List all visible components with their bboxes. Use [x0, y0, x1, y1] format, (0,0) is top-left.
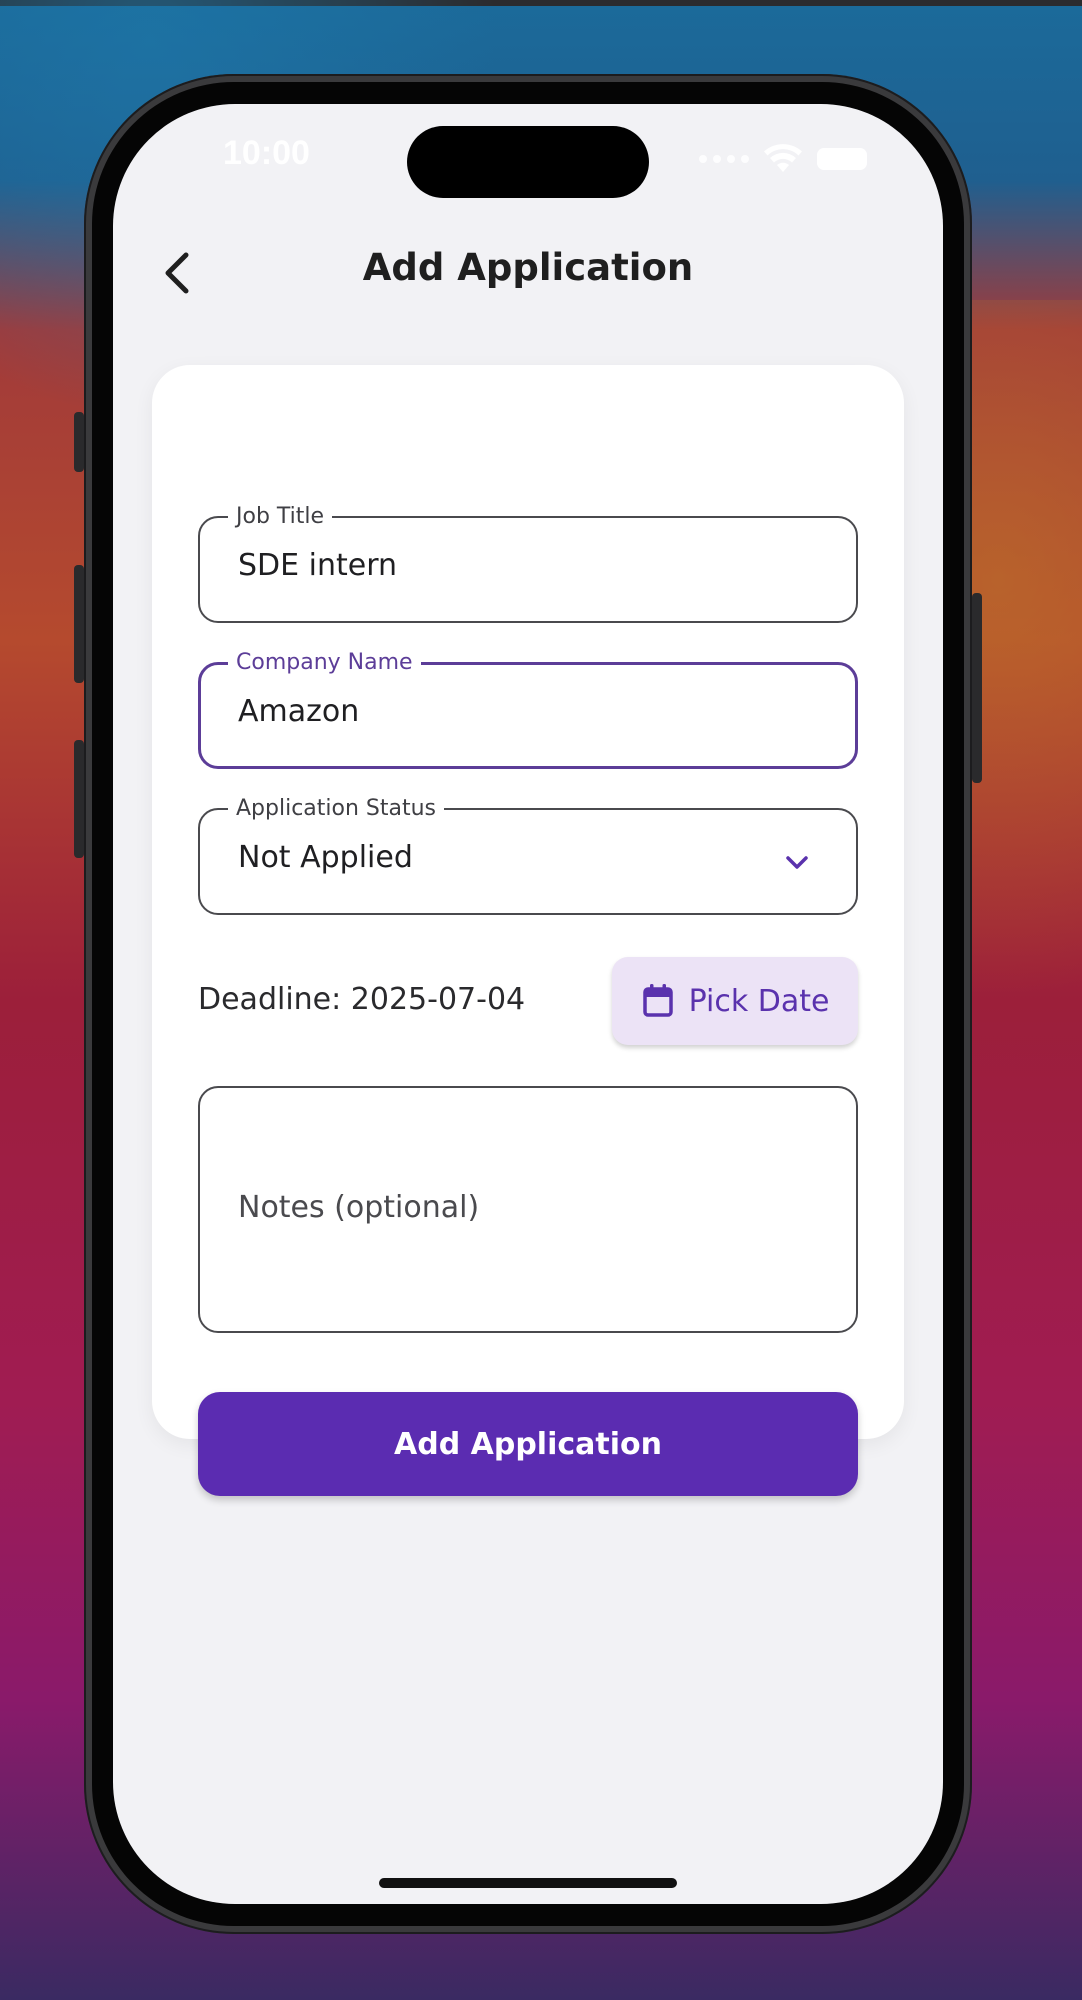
application-status-label: Application Status	[228, 796, 445, 822]
page-title: Add Application	[362, 246, 694, 289]
job-title-field[interactable]: Job Title SDE intern	[198, 504, 858, 623]
pick-date-button[interactable]: Pick Date	[612, 957, 858, 1045]
cellular-signal-icon	[699, 155, 749, 163]
pick-date-label: Pick Date	[688, 983, 830, 1019]
add-application-button[interactable]: Add Application	[198, 1392, 858, 1496]
status-indicators	[699, 144, 867, 174]
battery-icon	[817, 148, 867, 170]
application-status-dropdown[interactable]: Application Status Not Applied	[198, 796, 858, 915]
calendar-icon	[642, 984, 673, 1017]
job-title-label: Job Title	[228, 504, 333, 530]
form-card: Job Title SDE intern Company Name Amazon…	[152, 365, 904, 1496]
status-time: 10:00	[223, 134, 310, 172]
company-name-input[interactable]: Amazon	[238, 694, 359, 729]
app-screen: 10:00 Add Application Job Title SDE inte…	[113, 104, 943, 1904]
home-indicator[interactable]	[379, 1878, 677, 1888]
dynamic-island	[407, 126, 649, 198]
power-button	[972, 593, 982, 783]
company-name-field[interactable]: Company Name Amazon	[198, 650, 858, 769]
notes-textarea[interactable]: Notes (optional)	[198, 1086, 858, 1333]
wifi-icon	[764, 144, 802, 172]
notes-placeholder: Notes (optional)	[238, 1190, 480, 1225]
application-status-value: Not Applied	[238, 840, 413, 875]
deadline-text: Deadline: 2025-07-04	[198, 982, 526, 1017]
volume-up-button	[74, 565, 84, 683]
job-title-input[interactable]: SDE intern	[238, 548, 397, 583]
company-name-label: Company Name	[228, 650, 421, 676]
silent-switch	[74, 412, 84, 472]
add-application-label: Add Application	[394, 1426, 662, 1462]
volume-down-button	[74, 740, 84, 858]
chevron-down-icon	[786, 856, 808, 869]
